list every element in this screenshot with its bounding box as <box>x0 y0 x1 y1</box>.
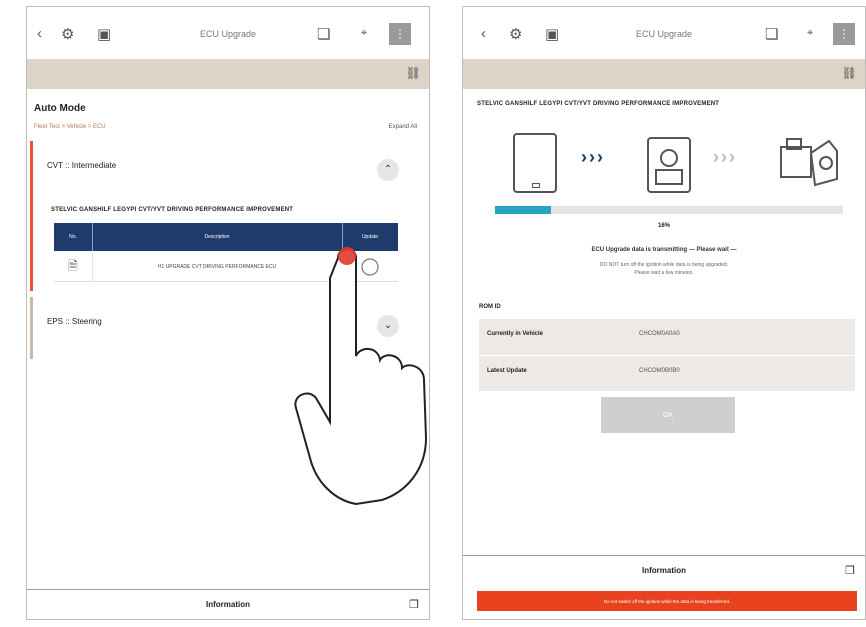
column-header-no: No. <box>54 223 93 251</box>
copy-icon[interactable]: ❏ <box>317 25 330 43</box>
update-title: STELVIC GANSHILF LEGYPI CVT/YVT DRIVING … <box>51 207 294 213</box>
information-label: Information <box>642 566 686 575</box>
header-title: ECU Upgrade <box>199 29 257 39</box>
tablet-icon <box>513 133 557 193</box>
progress-bar <box>495 206 843 214</box>
menu-icon[interactable]: ⋮ <box>833 23 855 45</box>
information-bar[interactable]: Information ❐ <box>463 555 865 586</box>
information-bar[interactable]: Information ❐ <box>27 589 429 619</box>
car-icon[interactable]: ⛓ <box>406 66 421 80</box>
row-label: Latest Update <box>487 368 527 374</box>
rom-id-table: Currently in Vehicle CHCOM0A0A0 Latest U… <box>479 319 855 391</box>
row-value: CHCOM0B0B0 <box>639 368 680 374</box>
touch-hand-icon <box>294 247 428 506</box>
top-bar: ‹ ⚙ ▣ ECU Upgrade ❏ ⌖ ⋮ <box>27 7 429 59</box>
progress-percent: 16% <box>657 223 670 229</box>
status-hint-line-1: DO NOT turn off the ignition while data … <box>599 262 729 268</box>
status-message: ECU Upgrade data is transmitting — Pleas… <box>591 247 737 253</box>
rom-id-label: ROM ID <box>479 304 501 310</box>
ok-button[interactable]: OK <box>601 397 735 433</box>
accordion-title[interactable]: EPS :: Steering <box>47 317 102 326</box>
accordion-title[interactable]: CVT :: Intermediate <box>47 161 116 170</box>
ecu-icon <box>647 137 691 193</box>
information-label: Information <box>206 600 250 609</box>
alert-banner: Do not switch off the ignition while the… <box>477 591 857 611</box>
export-icon[interactable]: ❐ <box>409 598 419 611</box>
engine-icon <box>780 138 838 187</box>
car-icon[interactable]: ⛓ <box>842 66 857 80</box>
fullscreen-icon[interactable]: ⌖ <box>361 27 367 40</box>
status-hint-line-2: Please wait a few minutes. <box>634 270 694 276</box>
right-screen: ‹ ⚙ ▣ ECU Upgrade ❏ ⌖ ⋮ ⛓ STELVIC GANSHI… <box>462 6 866 620</box>
table-row: Latest Update CHCOM0B0B0 <box>479 355 855 390</box>
page-title: Auto Mode <box>34 103 86 114</box>
row-label: Currently in Vehicle <box>487 331 544 337</box>
vehicle-band: ⛓ <box>463 59 865 89</box>
fullscreen-icon[interactable]: ⌖ <box>807 27 813 40</box>
transfer-arrows-done-icon: ››› <box>581 147 605 167</box>
table-row: Currently in Vehicle CHCOM0A0A0 <box>479 319 855 353</box>
status-hint: DO NOT turn off the ignition while data … <box>463 261 865 277</box>
header-title: ECU Upgrade <box>635 29 693 39</box>
copy-icon[interactable]: ❏ <box>765 25 778 43</box>
row-value: CHCOM0A0A0 <box>639 331 680 337</box>
update-title: STELVIC GANSHILF LEGYPI CVT/YVT DRIVING … <box>477 101 720 107</box>
expand-all-link[interactable]: Expand All <box>389 124 417 130</box>
export-icon[interactable]: ❐ <box>845 564 855 577</box>
chevron-up-icon[interactable]: ⌃ <box>377 159 399 181</box>
transfer-arrows-pending-icon: ››› <box>713 147 737 167</box>
top-bar: ‹ ⚙ ▣ ECU Upgrade ❏ ⌖ ⋮ <box>463 7 865 59</box>
document-icon[interactable]: 🗎 <box>54 253 93 281</box>
menu-icon[interactable]: ⋮ <box>389 23 411 45</box>
progress-fill <box>495 206 551 214</box>
vehicle-band: ⛓ <box>27 59 429 89</box>
breadcrumb[interactable]: Fleet Test > Vehicle > ECU <box>34 124 106 130</box>
